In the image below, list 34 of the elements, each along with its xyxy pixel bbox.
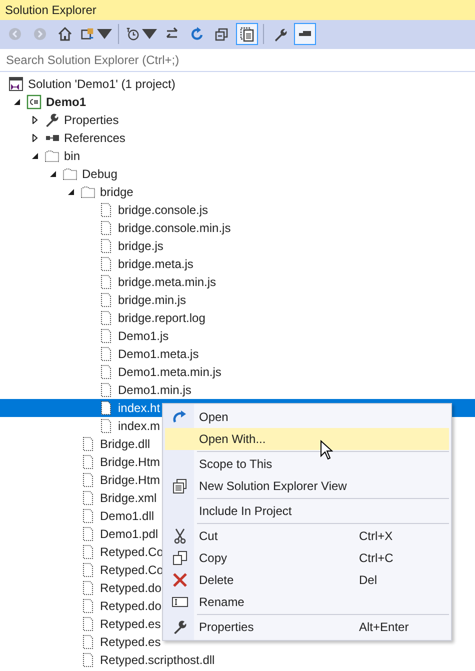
tree-item-label: Demo1.dll <box>100 509 154 523</box>
tree-item-label: bridge.console.min.js <box>118 221 231 235</box>
tree-item-label: Bridge.Htm <box>100 455 160 469</box>
tree-item-label: Demo1 <box>46 95 86 109</box>
tree-item-label: index.ht <box>118 401 160 415</box>
tree-item-label: bridge.min.js <box>118 293 186 307</box>
tree-item-label: Demo1.js <box>118 329 169 343</box>
tree-item-label: Bridge.dll <box>100 437 150 451</box>
tree-item-label: Retyped.scripthost.dll <box>100 653 215 667</box>
tree-item-label: Demo1.pdl <box>100 527 158 541</box>
tree-item-label: bridge.console.js <box>118 203 208 217</box>
tree-item-label: Retyped.do <box>100 581 162 595</box>
tree-item-label: Debug <box>82 167 118 181</box>
tree-item-label: Retyped.Co <box>100 545 164 559</box>
tree-item-label: Retyped.es <box>100 635 161 649</box>
tree-item-label: bridge.meta.min.js <box>118 275 216 289</box>
tree-item-label: Retyped.es <box>100 617 161 631</box>
tree-item-label: Retyped.Co <box>100 563 164 577</box>
tree-item-label: Demo1.min.js <box>118 383 192 397</box>
tree-item-label: index.m <box>118 419 160 433</box>
tree-item-label: bridge <box>100 185 134 199</box>
tree-item-label: bridge.meta.js <box>118 257 194 271</box>
tree-item-label: bin <box>64 149 80 163</box>
tree-item-label: Bridge.xml <box>100 491 157 505</box>
tree-item-label: Properties <box>64 113 119 127</box>
window-title: Solution Explorer <box>0 0 475 20</box>
tree-item-label: References <box>64 131 126 145</box>
tree-item-label: Solution 'Demo1' (1 project) <box>28 77 176 91</box>
tree-item-label: Retyped.do <box>100 599 162 613</box>
tree-item-label: Bridge.Htm <box>100 473 160 487</box>
tree-item-label: bridge.report.log <box>118 311 206 325</box>
tree-item-label: Demo1.meta.js <box>118 347 199 361</box>
tree-item-label: bridge.js <box>118 239 164 253</box>
tree-item-label: Demo1.meta.min.js <box>118 365 222 379</box>
